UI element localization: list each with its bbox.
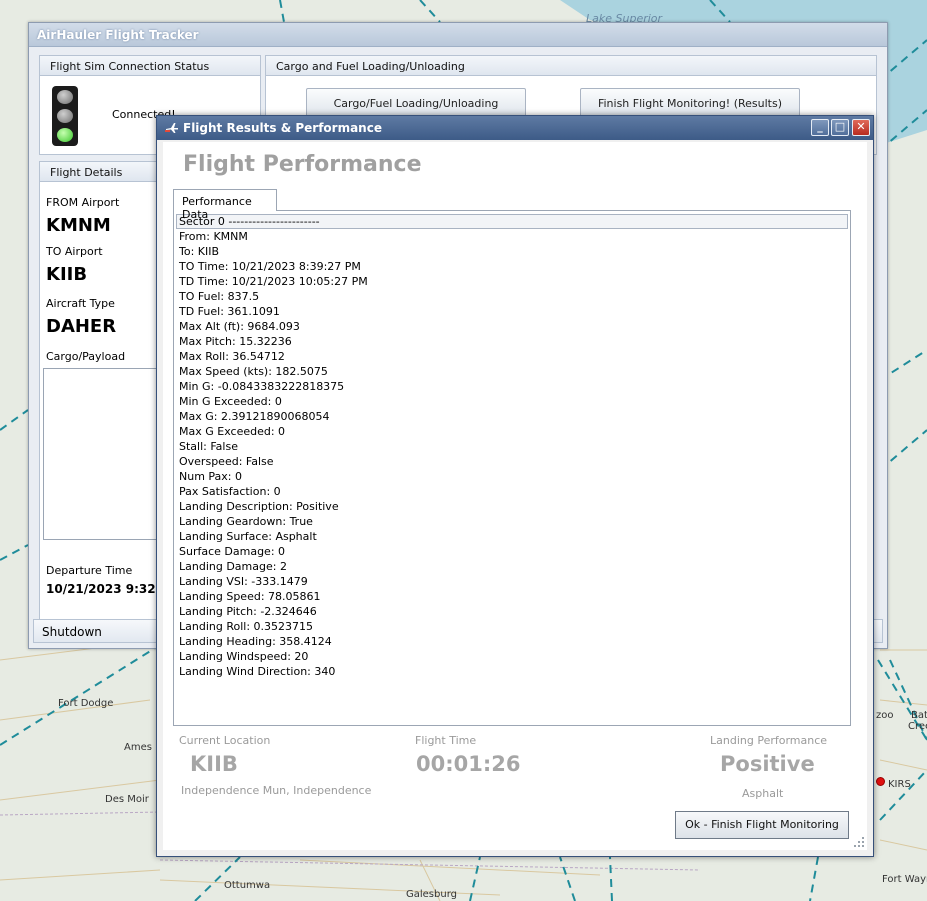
list-item[interactable]: Max Pitch: 15.32236	[179, 334, 845, 349]
list-item[interactable]: TD Time: 10/21/2023 10:05:27 PM	[179, 274, 845, 289]
list-item[interactable]: Min G Exceeded: 0	[179, 394, 845, 409]
flight-results-window: Flight Results & Performance _ □ ✕ Fligh…	[156, 115, 874, 857]
list-item[interactable]: To: KIIB	[179, 244, 845, 259]
map-label-city: Batt	[911, 710, 927, 721]
map-label-city: Ottumwa	[224, 880, 271, 891]
list-item[interactable]: Landing Speed: 78.05861	[179, 589, 845, 604]
map-label-city: Galesburg	[406, 889, 457, 900]
list-item[interactable]: TO Time: 10/21/2023 8:39:27 PM	[179, 259, 845, 274]
map-label-city: Fort Wayn	[882, 874, 927, 885]
aircraft-type-label: Aircraft Type	[46, 297, 115, 310]
list-item[interactable]: Min G: -0.0843383222818375	[179, 379, 845, 394]
airplane-icon	[165, 123, 178, 133]
map-label-airport: KIRS	[888, 779, 911, 790]
traffic-light-green-lamp	[57, 128, 73, 142]
results-body: Flight Performance Performance Data Sect…	[163, 142, 867, 850]
close-button[interactable]: ✕	[852, 119, 870, 136]
list-item[interactable]: TD Fuel: 361.1091	[179, 304, 845, 319]
main-titlebar[interactable]: AirHauler Flight Tracker	[29, 23, 887, 47]
list-item[interactable]: Max G Exceeded: 0	[179, 424, 845, 439]
from-airport-value: KMNM	[46, 215, 111, 236]
to-airport-value: KIIB	[46, 264, 88, 285]
results-title: Flight Results & Performance	[183, 121, 382, 135]
map-label-city: Ames	[124, 742, 152, 753]
list-item[interactable]: Max Roll: 36.54712	[179, 349, 845, 364]
traffic-light-yellow-lamp	[57, 109, 73, 123]
ok-finish-button[interactable]: Ok - Finish Flight Monitoring	[675, 811, 849, 839]
traffic-light-red-lamp	[57, 90, 73, 104]
list-item[interactable]: Landing Damage: 2	[179, 559, 845, 574]
map-label-city: zoo	[876, 710, 894, 721]
landing-performance-value: Positive	[720, 752, 815, 776]
list-item[interactable]: TO Fuel: 837.5	[179, 289, 845, 304]
list-item[interactable]: Overspeed: False	[179, 454, 845, 469]
landing-performance-label: Landing Performance	[710, 734, 828, 747]
landing-surface-sub: Asphalt	[742, 787, 784, 800]
connection-status-header: Flight Sim Connection Status	[40, 56, 260, 76]
list-item[interactable]: Max Speed (kts): 182.5075	[179, 364, 845, 379]
cargo-fuel-header: Cargo and Fuel Loading/Unloading	[266, 56, 876, 76]
to-airport-label: TO Airport	[46, 245, 103, 258]
list-item[interactable]: Surface Damage: 0	[179, 544, 845, 559]
minimize-button[interactable]: _	[811, 119, 829, 136]
performance-data-list[interactable]: Sector 0 ----------------------- From: KM…	[173, 210, 851, 726]
tab-performance-data[interactable]: Performance Data	[173, 189, 277, 221]
list-item[interactable]: Landing Description: Positive	[179, 499, 845, 514]
list-item[interactable]: Landing Roll: 0.3523715	[179, 619, 845, 634]
list-item[interactable]: Landing Geardown: True	[179, 514, 845, 529]
map-label-city: Fort Dodge	[58, 698, 114, 709]
list-item[interactable]: From: KMNM	[179, 229, 845, 244]
list-item[interactable]: Max Alt (ft): 9684.093	[179, 319, 845, 334]
current-location-sub: Independence Mun, Independence	[181, 784, 372, 797]
current-location-label: Current Location	[179, 734, 271, 747]
list-item[interactable]: Num Pax: 0	[179, 469, 845, 484]
finish-monitoring-button[interactable]: Finish Flight Monitoring! (Results)	[580, 88, 800, 118]
flight-time-label: Flight Time	[415, 734, 477, 747]
map-label-city: Cree	[908, 721, 927, 732]
list-item[interactable]: Landing Wind Direction: 340	[179, 664, 845, 679]
cargo-loading-button[interactable]: Cargo/Fuel Loading/Unloading	[306, 88, 526, 118]
list-item[interactable]: Sector 0 -----------------------	[176, 214, 848, 229]
list-item[interactable]: Landing Windspeed: 20	[179, 649, 845, 664]
from-airport-label: FROM Airport	[46, 196, 120, 209]
flight-time-value: 00:01:26	[416, 752, 521, 776]
departure-time-label: Departure Time	[46, 564, 133, 577]
resize-grip-icon[interactable]	[853, 836, 865, 848]
list-item[interactable]: Landing VSI: -333.1479	[179, 574, 845, 589]
list-item[interactable]: Landing Pitch: -2.324646	[179, 604, 845, 619]
page-title: Flight Performance	[183, 152, 422, 177]
maximize-button[interactable]: □	[831, 119, 849, 136]
results-titlebar[interactable]: Flight Results & Performance _ □ ✕	[157, 116, 873, 140]
list-item[interactable]: Pax Satisfaction: 0	[179, 484, 845, 499]
list-item[interactable]: Landing Surface: Asphalt	[179, 529, 845, 544]
traffic-light-icon	[52, 86, 78, 146]
list-item[interactable]: Max G: 2.39121890068054	[179, 409, 845, 424]
list-item[interactable]: Stall: False	[179, 439, 845, 454]
airport-marker[interactable]	[876, 777, 885, 786]
aircraft-type-value: DAHER	[46, 316, 117, 337]
cargo-payload-label: Cargo/Payload	[46, 350, 126, 363]
list-item[interactable]: Landing Heading: 358.4124	[179, 634, 845, 649]
current-location-value: KIIB	[190, 752, 238, 776]
map-label-city: Des Moir	[105, 794, 149, 805]
